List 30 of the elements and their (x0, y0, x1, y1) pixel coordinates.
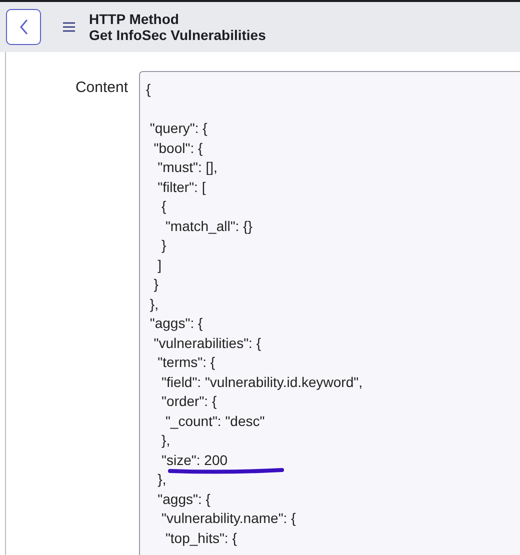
code-line: "vulnerabilities": { (152, 334, 261, 350)
chevron-left-icon (18, 19, 28, 35)
record-name-title: Get InfoSec Vulnerabilities (89, 27, 266, 43)
back-button[interactable] (6, 9, 41, 45)
code-line: }, (156, 471, 166, 487)
code-line: }, (160, 432, 170, 448)
code-line: "_count": "desc" (164, 412, 265, 428)
code-line: "query": { (148, 120, 208, 136)
code-line: { (160, 198, 166, 214)
code-line: { (146, 81, 151, 97)
code-line: "aggs": { (156, 490, 210, 506)
code-line: "bool": { (152, 140, 203, 156)
code-line: ] (156, 256, 162, 272)
code-line: "size": 200 (160, 452, 228, 468)
code-line: "top_hits": { (164, 530, 237, 546)
code-line: "vulnerability.name": { (160, 510, 296, 526)
code-line: "terms": { (156, 354, 216, 370)
code-line: "aggs": { (148, 315, 203, 331)
code-line: "must": [], (156, 159, 218, 175)
record-type-title: HTTP Method (89, 11, 180, 27)
code-line: "match_all": {} (164, 218, 252, 234)
field-label: Content (74, 78, 128, 98)
menu-icon[interactable] (63, 22, 75, 32)
code-line: "filter": [ (156, 178, 206, 194)
code-line: "order": { (160, 393, 217, 409)
code-line: } (152, 276, 158, 292)
code-line: } (160, 237, 166, 253)
code-line: "field": "vulnerability.id.keyword", (160, 374, 362, 390)
code-line: }, (148, 296, 158, 312)
content-textarea[interactable] (139, 71, 520, 555)
